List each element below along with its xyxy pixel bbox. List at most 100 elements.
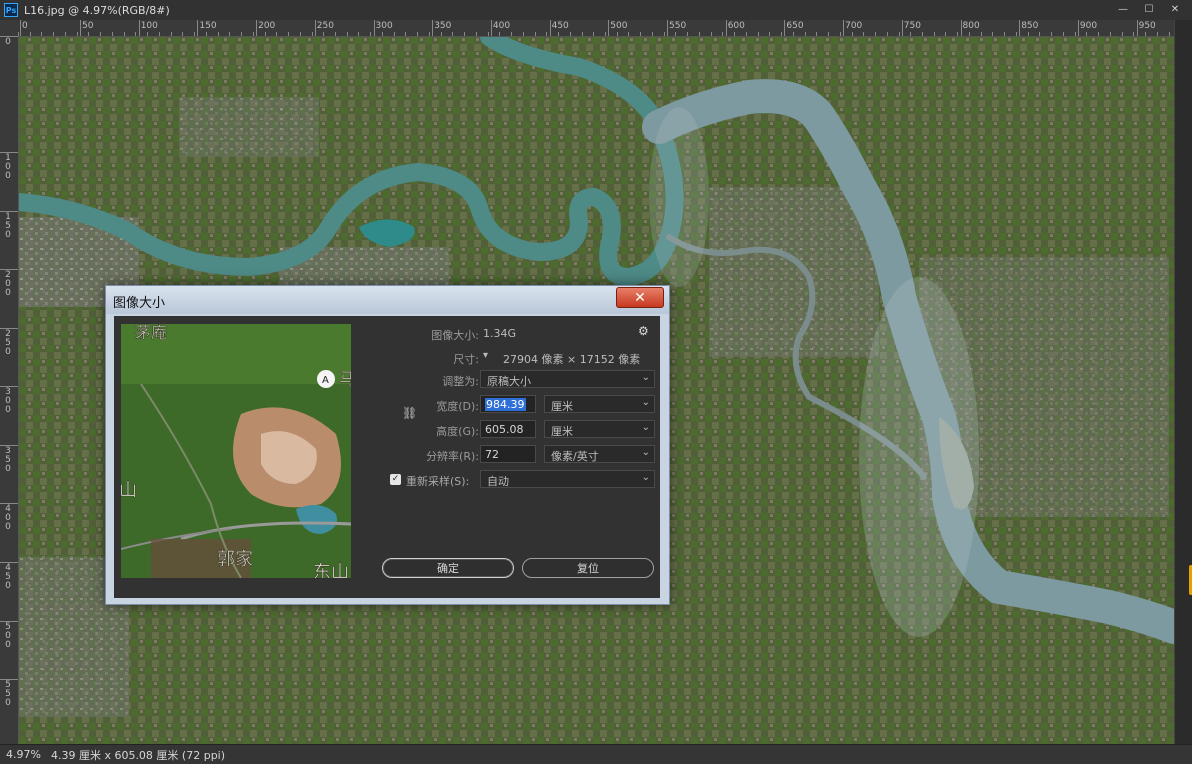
resolution-label: 分辨率(R): bbox=[426, 450, 479, 463]
ruler-top-minor-tick bbox=[546, 32, 548, 36]
ruler-top-minor-tick bbox=[968, 32, 970, 36]
ruler-top-label: 300 bbox=[375, 21, 393, 31]
ruler-top-minor-tick bbox=[898, 32, 900, 36]
resample-dropdown[interactable]: 自动 ⌄ bbox=[480, 470, 655, 488]
resample-checkbox[interactable]: ✓ bbox=[390, 474, 401, 485]
ruler-top-minor-tick bbox=[241, 32, 243, 36]
ruler-left-label: 100 bbox=[5, 153, 11, 181]
ruler-top-minor-tick bbox=[288, 32, 290, 36]
dialog-title: 图像大小 bbox=[113, 296, 166, 311]
ruler-top-minor-tick bbox=[522, 32, 524, 36]
ruler-top-label: 100 bbox=[140, 21, 158, 31]
height-unit: 厘米 bbox=[551, 425, 573, 438]
chevron-down-icon: ⌄ bbox=[641, 422, 650, 433]
ruler-top-minor-tick bbox=[1062, 32, 1064, 36]
ruler-top-minor-tick bbox=[1086, 32, 1088, 36]
close-window-button[interactable]: ✕ bbox=[1164, 2, 1186, 16]
ruler-left-tick bbox=[0, 269, 18, 270]
ruler-top-minor-tick bbox=[1015, 32, 1017, 36]
ruler-top-minor-tick bbox=[276, 32, 278, 36]
image-preview[interactable]: A 茅庵 马 郭家 东山 山 bbox=[121, 324, 351, 578]
ruler-top-tick bbox=[432, 20, 434, 36]
resolution-unit: 像素/英寸 bbox=[551, 450, 599, 463]
preview-label-guojia: 郭家 bbox=[217, 549, 253, 570]
dialog-title-bar[interactable]: 图像大小 ✕ bbox=[106, 286, 669, 314]
ruler-top-minor-tick bbox=[88, 32, 90, 36]
ruler-left-tick bbox=[0, 621, 18, 622]
ruler-top-minor-tick bbox=[628, 32, 630, 36]
ruler-top-tick bbox=[725, 20, 727, 36]
ruler-top-minor-tick bbox=[1156, 32, 1158, 36]
ruler-top-minor-tick bbox=[781, 32, 783, 36]
document-info[interactable]: 4.39 厘米 x 605.08 厘米 (72 ppi) bbox=[51, 747, 225, 763]
ruler-top-minor-tick bbox=[464, 32, 466, 36]
ruler-top-label: 50 bbox=[82, 21, 94, 31]
zoom-level[interactable]: 4.97% bbox=[6, 748, 41, 761]
ruler-top-label: 900 bbox=[1079, 21, 1098, 31]
resolution-input[interactable]: 72 bbox=[480, 445, 536, 463]
chevron-down-icon[interactable]: ▾ bbox=[483, 350, 488, 361]
chevron-down-icon: ⌄ bbox=[641, 397, 650, 408]
fit-to-dropdown[interactable]: 原稿大小 ⌄ bbox=[480, 370, 655, 388]
ruler-top-tick bbox=[314, 20, 316, 36]
ruler-top-tick bbox=[373, 20, 375, 36]
ruler-top-label: 400 bbox=[492, 21, 511, 31]
ruler-top-label: 500 bbox=[610, 21, 628, 31]
ruler-top-minor-tick bbox=[393, 32, 395, 36]
ruler-top-minor-tick bbox=[440, 32, 442, 36]
ruler-top-minor-tick bbox=[135, 32, 137, 36]
photoshop-icon: Ps bbox=[4, 3, 18, 17]
horizontal-ruler[interactable]: 0 50 100 150 200 250 300 350 400 450 500 550 600 650 7… bbox=[18, 20, 1174, 37]
maximize-button[interactable]: ☐ bbox=[1138, 2, 1160, 16]
ruler-top-minor-tick bbox=[475, 32, 477, 36]
ruler-top-minor-tick bbox=[1039, 32, 1041, 36]
ruler-top-label: 0 bbox=[22, 21, 28, 31]
ruler-top-minor-tick bbox=[734, 32, 736, 36]
ruler-top-minor-tick bbox=[1074, 32, 1076, 36]
height-input[interactable]: 605.08 bbox=[480, 420, 536, 438]
document-tab-title[interactable]: L16.jpg @ 4.97%(RGB/8#) bbox=[24, 4, 170, 17]
svg-text:A: A bbox=[322, 375, 329, 386]
ruler-top-minor-tick bbox=[945, 32, 947, 36]
ruler-top-minor-tick bbox=[558, 32, 560, 36]
width-input[interactable]: 984.39 bbox=[480, 395, 536, 413]
minimize-button[interactable]: — bbox=[1112, 2, 1134, 16]
ruler-left-label: 550 bbox=[5, 680, 11, 708]
ruler-top-label: 850 bbox=[1021, 21, 1039, 31]
ruler-top-tick bbox=[1136, 20, 1138, 36]
ruler-top-minor-tick bbox=[158, 32, 160, 36]
reset-button[interactable]: 复位 bbox=[522, 558, 654, 578]
ruler-top-label: 550 bbox=[669, 21, 687, 31]
ruler-top-minor-tick bbox=[1133, 32, 1135, 36]
gear-icon[interactable]: ⚙ bbox=[638, 324, 649, 338]
ruler-top-minor-tick bbox=[405, 32, 407, 36]
preview-image: A 茅庵 马 郭家 东山 山 bbox=[121, 324, 351, 578]
vertical-ruler[interactable]: 0 100 150 200 250 300 350 400 450 500 550 bbox=[0, 36, 19, 744]
ruler-top-minor-tick bbox=[111, 32, 113, 36]
ruler-left-label: 150 bbox=[5, 212, 11, 240]
fit-to-value: 原稿大小 bbox=[487, 375, 531, 388]
window-controls: — ☐ ✕ bbox=[1112, 2, 1186, 16]
ruler-top-minor-tick bbox=[170, 32, 172, 36]
ruler-left-tick bbox=[0, 386, 18, 387]
ruler-origin[interactable] bbox=[0, 20, 18, 36]
ruler-top-label: 350 bbox=[434, 21, 452, 31]
ruler-top-minor-tick bbox=[1027, 32, 1029, 36]
ruler-top-minor-tick bbox=[769, 32, 771, 36]
dialog-close-button[interactable]: ✕ bbox=[616, 287, 664, 308]
vertical-scrollbar[interactable] bbox=[1174, 20, 1192, 744]
width-unit-dropdown[interactable]: 厘米 ⌄ bbox=[544, 395, 655, 413]
ruler-top-minor-tick bbox=[147, 32, 149, 36]
ruler-top-tick bbox=[1019, 20, 1021, 36]
ruler-left-label: 400 bbox=[5, 504, 11, 532]
ruler-top-tick bbox=[256, 20, 258, 36]
ruler-top-label: 200 bbox=[258, 21, 276, 31]
resolution-unit-dropdown[interactable]: 像素/英寸 ⌄ bbox=[544, 445, 655, 463]
ruler-top-minor-tick bbox=[194, 32, 196, 36]
ruler-top-minor-tick bbox=[358, 32, 360, 36]
ruler-top-minor-tick bbox=[229, 32, 231, 36]
ok-button[interactable]: 确定 bbox=[382, 558, 514, 578]
height-unit-dropdown[interactable]: 厘米 ⌄ bbox=[544, 420, 655, 438]
ruler-top-minor-tick bbox=[1004, 32, 1006, 36]
ruler-left-tick bbox=[0, 328, 18, 329]
